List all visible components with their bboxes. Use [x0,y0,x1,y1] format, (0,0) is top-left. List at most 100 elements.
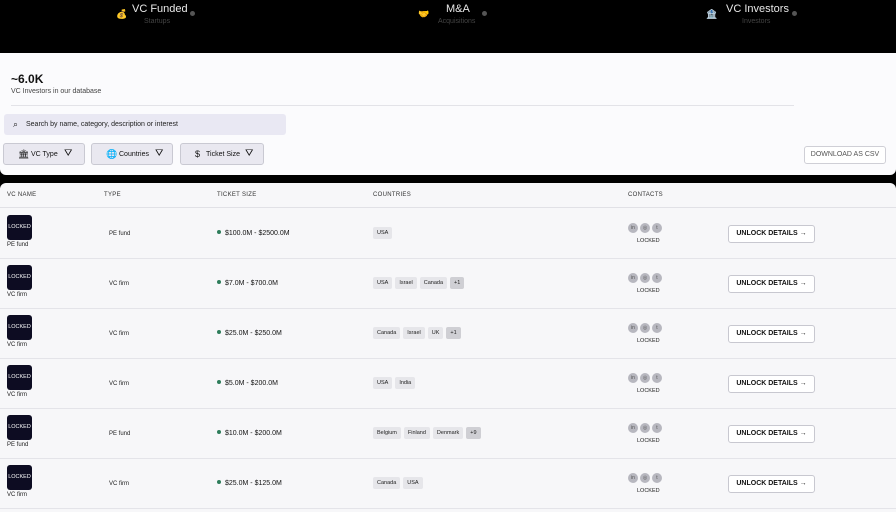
locked-logo: LOCKED [7,315,32,340]
unlock-details-button[interactable]: UNLOCK DETAILS → [728,225,815,243]
locked-logo: LOCKED [7,365,32,390]
contacts-status: LOCKED [637,238,660,244]
column-header-ticket: TICKET SIZE [217,192,257,198]
website-icon[interactable]: ◎ [640,423,650,433]
vc-name: VC firm [7,292,27,298]
table-row: LOCKED VC firm VC firm $25.0M - $250.0M Cana… [0,309,896,359]
ticket-range: $25.0M - $250.0M [225,330,282,337]
country-chip: USA [373,277,393,289]
ticket-size: $25.0M - $250.0M [217,330,282,337]
linkedin-icon[interactable]: in [628,373,638,383]
website-icon[interactable]: ◎ [640,223,650,233]
unlock-details-button[interactable]: UNLOCK DETAILS → [728,375,815,393]
vc-type: PE fund [109,431,131,437]
column-header-name: VC NAME [7,192,37,198]
search-icon: ⌕ [13,119,19,129]
more-countries-chip[interactable]: +9 [466,427,481,439]
locked-logo: LOCKED [7,265,32,290]
website-icon[interactable]: ◎ [640,273,650,283]
vc-type: VC firm [109,481,129,487]
column-header-countries: COUNTRIES [373,192,412,198]
country-chip: Canada [373,477,401,489]
linkedin-icon[interactable]: in [628,323,638,333]
download-csv-button[interactable]: DOWNLOAD AS CSV [804,146,886,164]
contact-icons: in ◎ t [628,473,664,483]
ticket-range: $10.0M - $200.0M [225,430,282,437]
filter-ticket-size[interactable]: $ Ticket Size ⛛ [180,143,264,165]
more-countries-chip[interactable]: +1 [446,327,461,339]
funnel-icon: ⛛ [245,148,254,159]
tab-subtitle: Investors [742,18,771,25]
linkedin-icon[interactable]: in [628,473,638,483]
status-dot [217,280,221,284]
contact-icons: in ◎ t [628,373,664,383]
ticket-size: $10.0M - $200.0M [217,430,282,437]
ticket-size: $7.0M - $700.0M [217,280,278,287]
contacts-status: LOCKED [637,488,660,494]
contacts-status: LOCKED [637,288,660,294]
countries-list: Canada Israel UK +1 [373,327,464,339]
status-dot [190,11,195,16]
status-dot [217,380,221,384]
search-input[interactable]: ⌕ Search by name, category, description … [4,114,286,135]
twitter-icon[interactable]: t [652,223,662,233]
filter-label: Countries [119,151,149,158]
more-countries-chip[interactable]: +1 [450,277,465,289]
tab-vc-funded[interactable]: 💰 VC Funded Startups [116,3,212,29]
website-icon[interactable]: ◎ [640,373,650,383]
countries-list: Canada USA [373,477,426,489]
linkedin-icon[interactable]: in [628,423,638,433]
bank-icon: 🏦 [706,9,718,19]
column-header-type: TYPE [104,192,121,198]
contact-icons: in ◎ t [628,323,664,333]
ticket-range: $7.0M - $700.0M [225,280,278,287]
ticket-size: $25.0M - $125.0M [217,480,282,487]
website-icon[interactable]: ◎ [640,323,650,333]
twitter-icon[interactable]: t [652,273,662,283]
filter-vc-type[interactable]: 🏛 VC Type ⛛ [3,143,85,165]
ticket-size: $100.0M - $2500.0M [217,230,290,237]
twitter-icon[interactable]: t [652,473,662,483]
linkedin-icon[interactable]: in [628,223,638,233]
ticket-range: $25.0M - $125.0M [225,480,282,487]
contact-icons: in ◎ t [628,273,664,283]
countries-list: USA India [373,377,418,389]
unlock-details-button[interactable]: UNLOCK DETAILS → [728,275,815,293]
funnel-icon: ⛛ [155,148,164,159]
status-dot [217,230,221,234]
dollar-icon: $ [195,149,201,159]
linkedin-icon[interactable]: in [628,273,638,283]
tab-title: VC Funded [132,3,188,15]
locked-logo: LOCKED [7,415,32,440]
twitter-icon[interactable]: t [652,323,662,333]
countries-list: USA [373,227,395,239]
vc-type: PE fund [109,231,131,237]
twitter-icon[interactable]: t [652,423,662,433]
country-chip: Finland [403,427,430,439]
vc-name: VC firm [7,492,27,498]
country-chip: USA [373,227,393,239]
search-placeholder: Search by name, category, description or… [26,121,179,128]
ticket-size: $5.0M - $200.0M [217,380,278,387]
tab-subtitle: Acquisitions [438,18,476,25]
unlock-details-button[interactable]: UNLOCK DETAILS → [728,425,815,443]
contacts-status: LOCKED [637,338,660,344]
website-icon[interactable]: ◎ [640,473,650,483]
contact-icons: in ◎ t [628,223,664,233]
vc-type: VC firm [109,381,129,387]
tab-m-and-a[interactable]: 🤝 M&A Acquisitions [418,3,498,29]
table-row: LOCKED PE fund PE fund $10.0M - $200.0M Belg… [0,409,896,459]
unlock-details-button[interactable]: UNLOCK DETAILS → [728,475,815,493]
country-chip: UK [427,327,444,339]
tab-vc-investors[interactable]: 🏦 VC Investors Investors [706,3,806,29]
column-header-contacts: CONTACTS [628,192,663,198]
building-icon: 🏛 [18,149,30,159]
country-chip: Israel [395,277,417,289]
filter-countries[interactable]: 🌐 Countries ⛛ [91,143,173,165]
investors-table: VC NAME TYPE TICKET SIZE COUNTRIES CONTA… [0,183,896,512]
country-chip: Denmark [432,427,464,439]
country-chip: USA [403,477,423,489]
unlock-details-button[interactable]: UNLOCK DETAILS → [728,325,815,343]
twitter-icon[interactable]: t [652,373,662,383]
globe-icon: 🌐 [106,149,118,159]
